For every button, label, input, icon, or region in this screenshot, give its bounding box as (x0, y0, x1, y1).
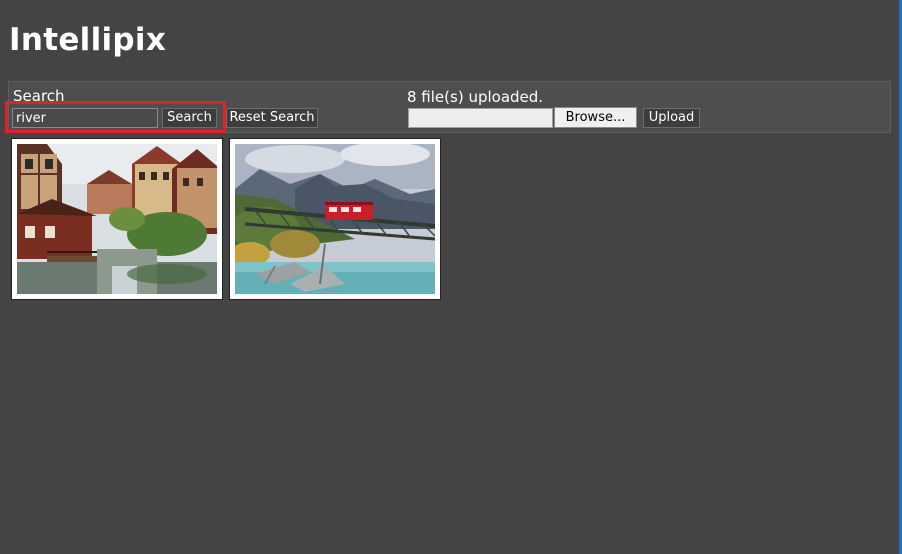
file-path-field[interactable] (408, 108, 553, 128)
search-heading: Search (13, 87, 65, 105)
search-input[interactable] (12, 108, 158, 128)
upload-button[interactable]: Upload (643, 108, 700, 128)
canal-village-photo (17, 144, 217, 294)
upload-status: 8 file(s) uploaded. (407, 88, 544, 106)
mountain-train-bridge-photo (235, 144, 435, 294)
browse-button[interactable]: Browse... (554, 107, 637, 128)
app-title: Intellipix (9, 22, 167, 58)
search-button[interactable]: Search (162, 108, 217, 128)
result-thumbnail[interactable] (229, 138, 441, 300)
result-thumbnail[interactable] (11, 138, 223, 300)
reset-search-button[interactable]: Reset Search (226, 108, 318, 128)
